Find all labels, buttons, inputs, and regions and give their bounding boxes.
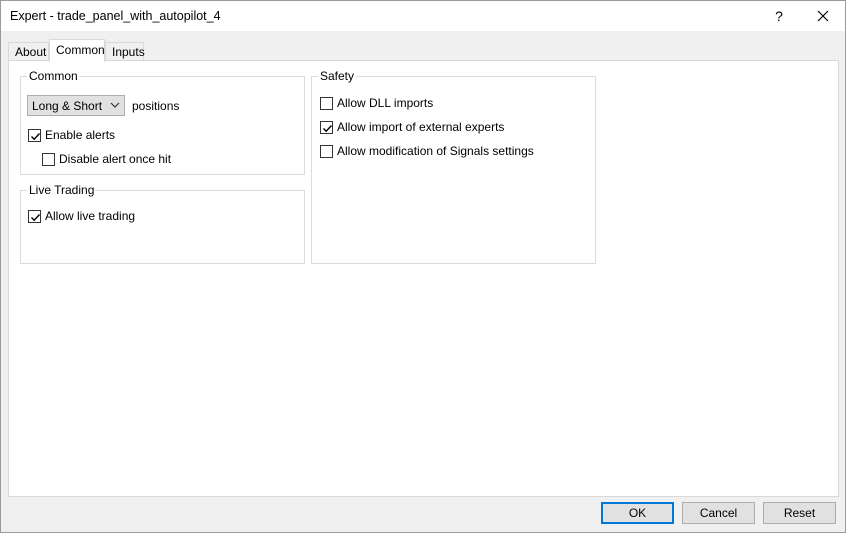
tab-common[interactable]: Common: [49, 39, 105, 62]
allow-modification-signals-label: Allow modification of Signals settings: [337, 144, 534, 158]
safety-group-title: Safety: [318, 69, 357, 83]
enable-alerts-checkbox[interactable]: Enable alerts: [28, 128, 115, 142]
checkbox-box: [28, 128, 41, 142]
close-button[interactable]: [801, 1, 845, 31]
tab-inputs[interactable]: Inputs: [105, 42, 145, 61]
disable-alert-once-hit-label: Disable alert once hit: [59, 152, 172, 166]
allow-modification-signals-checkbox[interactable]: Allow modification of Signals settings: [320, 144, 534, 158]
allow-dll-imports-checkbox[interactable]: Allow DLL imports: [320, 96, 433, 110]
common-group: Common Long & Short positions Enable ale…: [20, 69, 305, 175]
tab-panel-common: Common Long & Short positions Enable ale…: [8, 60, 839, 497]
help-button[interactable]: ?: [757, 1, 801, 31]
help-icon: ?: [775, 8, 783, 24]
live-trading-group-title: Live Trading: [27, 183, 97, 197]
checkbox-box: [320, 96, 333, 110]
allow-live-trading-label: Allow live trading: [45, 209, 136, 223]
tab-about[interactable]: About: [8, 42, 49, 61]
positions-select-value: Long & Short: [32, 98, 103, 113]
checkmark-icon: [31, 132, 41, 140]
allow-live-trading-checkbox[interactable]: Allow live trading: [28, 209, 135, 223]
expert-dialog: Expert - trade_panel_with_autopilot_4 ? …: [0, 0, 846, 533]
checkbox-box: [320, 144, 333, 158]
live-trading-group: Live Trading Allow live trading: [20, 183, 305, 264]
common-group-title: Common: [27, 69, 80, 83]
checkbox-box: [320, 120, 333, 134]
allow-dll-imports-label: Allow DLL imports: [337, 96, 434, 110]
title-bar: Expert - trade_panel_with_autopilot_4 ?: [1, 1, 845, 31]
checkmark-icon: [323, 124, 333, 132]
allow-import-external-experts-checkbox[interactable]: Allow import of external experts: [320, 120, 504, 134]
checkbox-box: [42, 152, 55, 166]
ok-button[interactable]: OK: [601, 502, 674, 524]
checkbox-box: [28, 209, 41, 223]
positions-select[interactable]: Long & Short: [27, 95, 125, 116]
enable-alerts-label: Enable alerts: [45, 128, 116, 142]
safety-group: Safety Allow DLL imports Allow import of…: [311, 69, 596, 264]
close-icon: [817, 10, 829, 22]
cancel-button[interactable]: Cancel: [682, 502, 755, 524]
checkmark-icon: [31, 213, 41, 221]
chevron-down-icon: [110, 102, 120, 108]
positions-label: positions: [132, 99, 180, 113]
disable-alert-once-hit-checkbox[interactable]: Disable alert once hit: [42, 152, 171, 166]
reset-button[interactable]: Reset: [763, 502, 836, 524]
allow-import-external-experts-label: Allow import of external experts: [337, 120, 505, 134]
window-title: Expert - trade_panel_with_autopilot_4: [10, 9, 221, 23]
